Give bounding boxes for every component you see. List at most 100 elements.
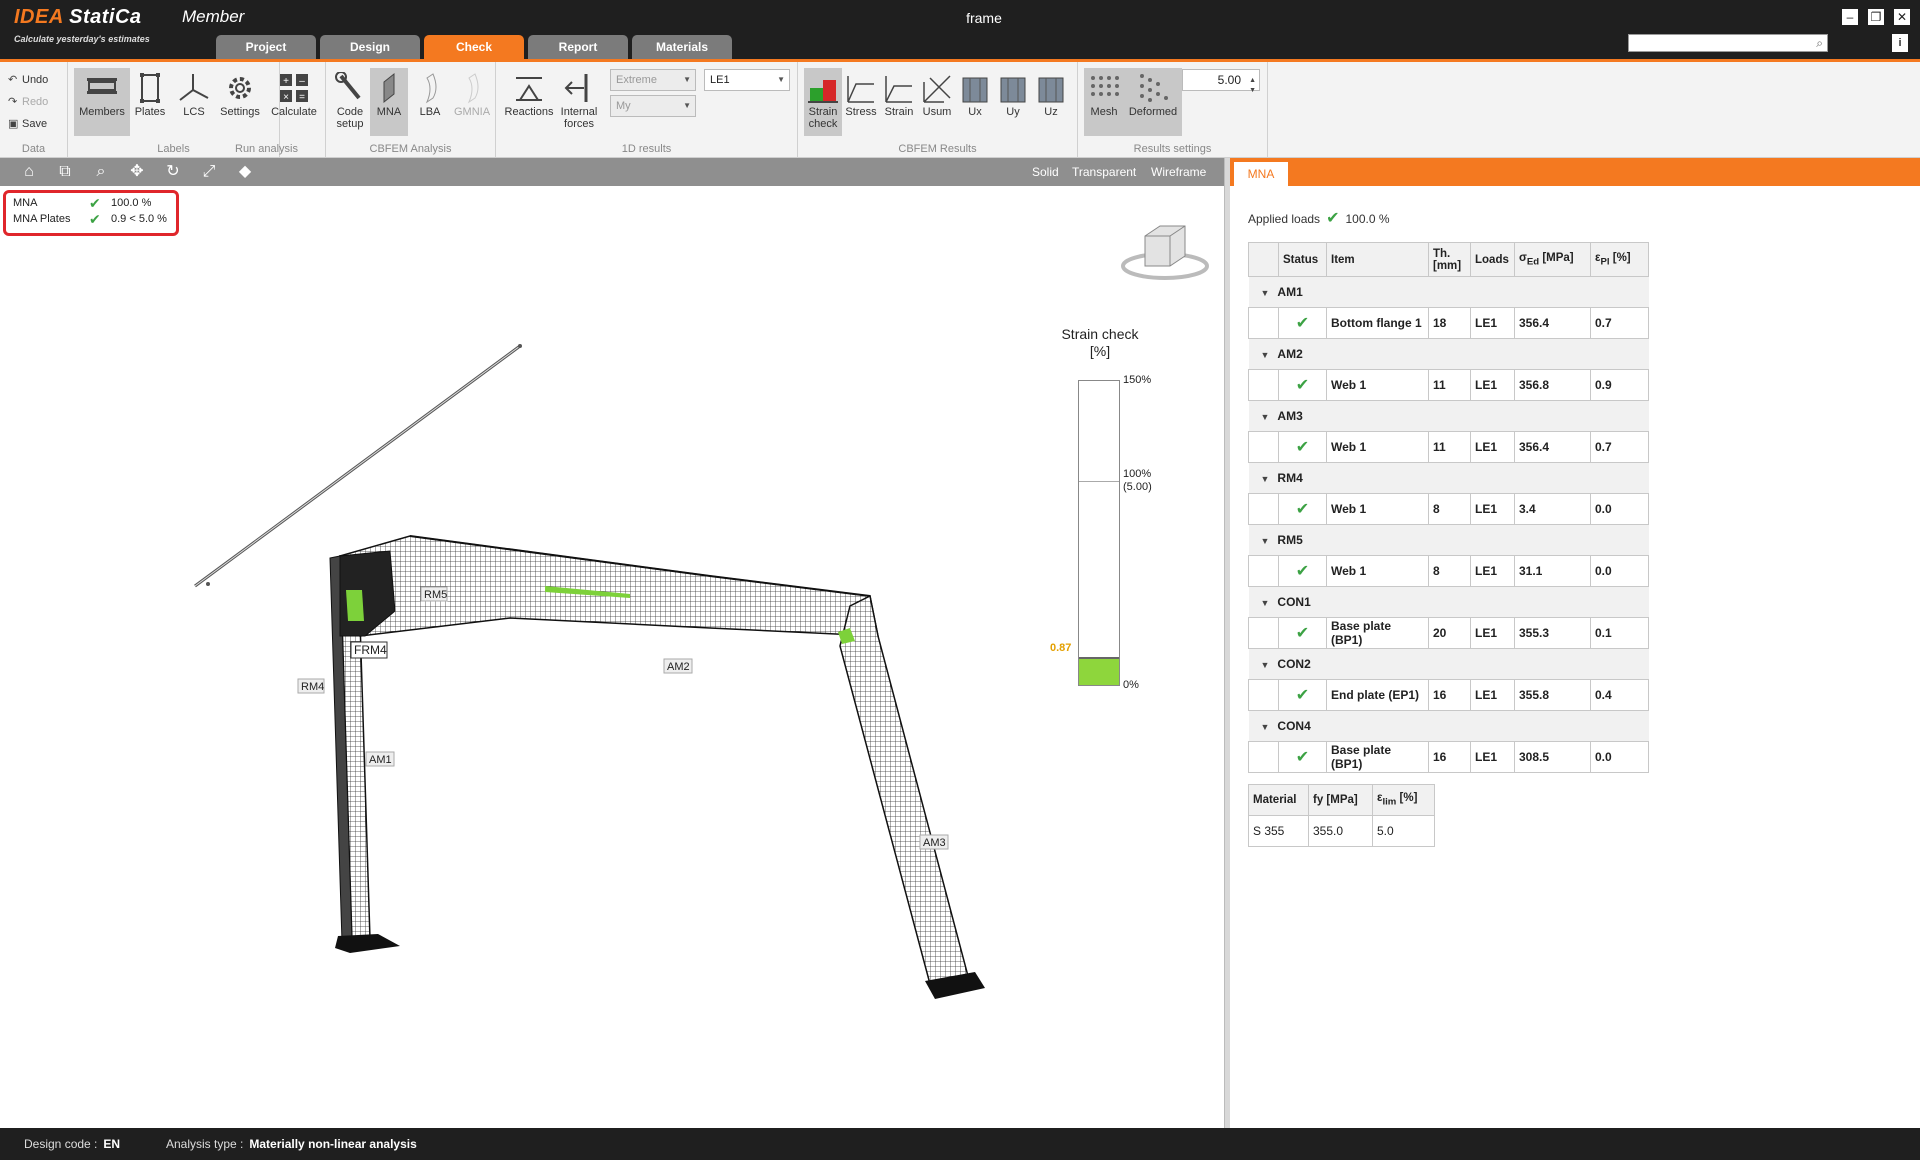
table-row[interactable]: ✔ Web 1 8 LE1 31.1 0.0 [1248,555,1649,587]
tab-materials[interactable]: Materials [632,35,732,59]
home-view-icon[interactable]: ⌂ [18,162,40,182]
strain-scale-fill [1079,657,1119,685]
info-icon[interactable]: i [1892,34,1908,52]
collapse-triangle-icon[interactable]: ▼ [1261,288,1270,298]
search-input[interactable]: ⌕ [1628,34,1828,52]
pan-icon[interactable]: ✥ [126,162,148,182]
stress-button[interactable]: Stress [842,68,880,136]
analysis-type-status: Analysis type : Materially non-linear ana… [166,1137,417,1151]
uz-button[interactable]: Uz [1032,68,1070,136]
view-mode-wireframe[interactable]: Wireframe [1151,165,1206,179]
view-mode-solid[interactable]: Solid [1032,165,1059,179]
usum-button[interactable]: Usum [918,68,956,136]
applied-loads: Applied loads ✔ 100.0 % [1248,210,1390,227]
scale-mid-label: 100% (5.00) [1123,468,1152,493]
extreme-dropdown[interactable]: Extreme ▼ [610,69,696,91]
result-group-row[interactable]: ▼ RM4 [1248,462,1649,494]
uy-button[interactable]: Uy [994,68,1032,136]
eraser-icon[interactable]: ◆ [234,162,256,182]
force-component-dropdown[interactable]: My ▼ [610,95,696,117]
save-button[interactable]: ▣ Save [8,117,47,130]
collapse-triangle-icon[interactable]: ▼ [1261,722,1270,732]
col-status[interactable]: Status [1278,242,1327,277]
mesh-button[interactable]: Mesh [1084,68,1124,136]
settings-button[interactable]: Settings [214,68,266,136]
undo-button[interactable]: ↶ Undo [8,73,48,86]
mesh-icon [1091,76,1119,96]
redo-button[interactable]: ↷ Redo [8,95,48,108]
collapse-triangle-icon[interactable]: ▼ [1261,660,1270,670]
result-group-row[interactable]: ▼ CON2 [1248,648,1649,680]
label-rm4-top: FRM4 [354,643,387,657]
navigation-cube-icon[interactable] [1115,216,1215,286]
base-plate-con1[interactable] [335,934,400,953]
ux-button[interactable]: Ux [956,68,994,136]
members-button[interactable]: Members [74,68,130,136]
tab-design[interactable]: Design [320,35,420,59]
structure-model[interactable]: RM5 FRM4 RM4 AM1 AM2 AM3 [150,336,1010,1036]
table-row[interactable]: ✔ Web 1 8 LE1 3.4 0.0 [1248,493,1649,525]
tab-report[interactable]: Report [528,35,628,59]
collapse-triangle-icon[interactable]: ▼ [1261,474,1270,484]
col-sigma[interactable]: σEd [MPa] [1514,242,1591,277]
chevron-down-icon: ▼ [777,75,785,84]
collapse-triangle-icon[interactable]: ▼ [1261,350,1270,360]
check-ok-icon: ✔ [89,195,101,211]
spin-down-icon[interactable]: ▼ [1249,81,1256,101]
result-group-row[interactable]: ▼ AM1 [1248,276,1649,308]
label-rm5: RM5 [424,589,447,601]
col-item[interactable]: Item [1326,242,1429,277]
result-group-row[interactable]: ▼ AM2 [1248,338,1649,370]
table-row[interactable]: ✔ Base plate (BP1) 20 LE1 355.3 0.1 [1248,617,1649,649]
gmnia-button[interactable]: GMNIA [450,68,494,136]
code-setup-button[interactable]: Code setup [330,68,370,136]
3d-viewport[interactable]: MNA ✔ 100.0 % MNA Plates ✔ 0.9 < 5.0 % R… [0,186,1224,1128]
table-row[interactable]: ✔ End plate (EP1) 16 LE1 355.8 0.4 [1248,679,1649,711]
result-group-row[interactable]: ▼ AM3 [1248,400,1649,432]
tab-check[interactable]: Check [424,35,524,59]
minimize-icon[interactable]: – [1842,9,1858,25]
table-row[interactable]: ✔ Web 1 11 LE1 356.4 0.7 [1248,431,1649,463]
collapse-triangle-icon[interactable]: ▼ [1261,598,1270,608]
result-group-row[interactable]: ▼ CON1 [1248,586,1649,618]
stress-diagram-icon [847,76,874,103]
lba-button[interactable]: LBA [410,68,450,136]
deformation-scale-spinner[interactable]: 5.00 ▲ ▼ [1182,69,1260,94]
zoom-icon[interactable]: ⌕ [90,162,112,182]
collapse-triangle-icon[interactable]: ▼ [1261,536,1270,546]
result-group-row[interactable]: ▼ CON4 [1248,710,1649,742]
tab-mna-results[interactable]: MNA [1234,162,1288,186]
col-eps[interactable]: εPl [%] [1590,242,1649,277]
table-row[interactable]: ✔ Bottom flange 1 18 LE1 356.4 0.7 [1248,307,1649,339]
col-loads[interactable]: Loads [1470,242,1515,277]
summary-row-mna: MNA ✔ 100.0 % [13,195,152,211]
collapse-triangle-icon[interactable]: ▼ [1261,412,1270,422]
member-am3[interactable] [839,594,969,985]
load-case-dropdown[interactable]: LE1 ▼ [704,69,790,91]
close-icon[interactable]: ✕ [1894,9,1910,25]
search-icon[interactable]: ⌕ [1816,36,1823,51]
internal-forces-icon [564,74,588,102]
design-code-status: Design code : EN [24,1137,121,1151]
wrench-icon [335,72,361,100]
strain-check-button[interactable]: Strain check [804,68,842,136]
mna-button[interactable]: MNA [370,68,408,136]
maximize-icon[interactable]: ❐ [1868,9,1884,25]
strain-button[interactable]: Strain [880,68,918,136]
tab-project[interactable]: Project [216,35,316,59]
result-group-row[interactable]: ▼ RM5 [1248,524,1649,556]
strain-scale-title: Strain check [%] [1061,326,1139,359]
internal-forces-button[interactable]: Internal forces [556,68,602,136]
check-ok-icon: ✔ [1278,555,1327,587]
zoom-window-icon[interactable]: ⧉ [54,162,76,182]
col-thickness[interactable]: Th. [mm] [1428,242,1471,277]
deformed-button[interactable]: Deformed [1124,68,1182,136]
table-row[interactable]: ✔ Web 1 11 LE1 356.8 0.9 [1248,369,1649,401]
table-row[interactable]: ✔ Base plate (BP1) 16 LE1 308.5 0.0 [1248,741,1649,773]
rotate-icon[interactable]: ↻ [162,162,184,182]
plates-button[interactable]: Plates [128,68,172,136]
view-mode-transparent[interactable]: Transparent [1072,165,1136,179]
calculate-button[interactable]: + – × = Calculate [266,68,322,136]
zoom-extents-icon[interactable]: ⤢ [198,162,220,182]
reactions-button[interactable]: Reactions [504,68,554,136]
